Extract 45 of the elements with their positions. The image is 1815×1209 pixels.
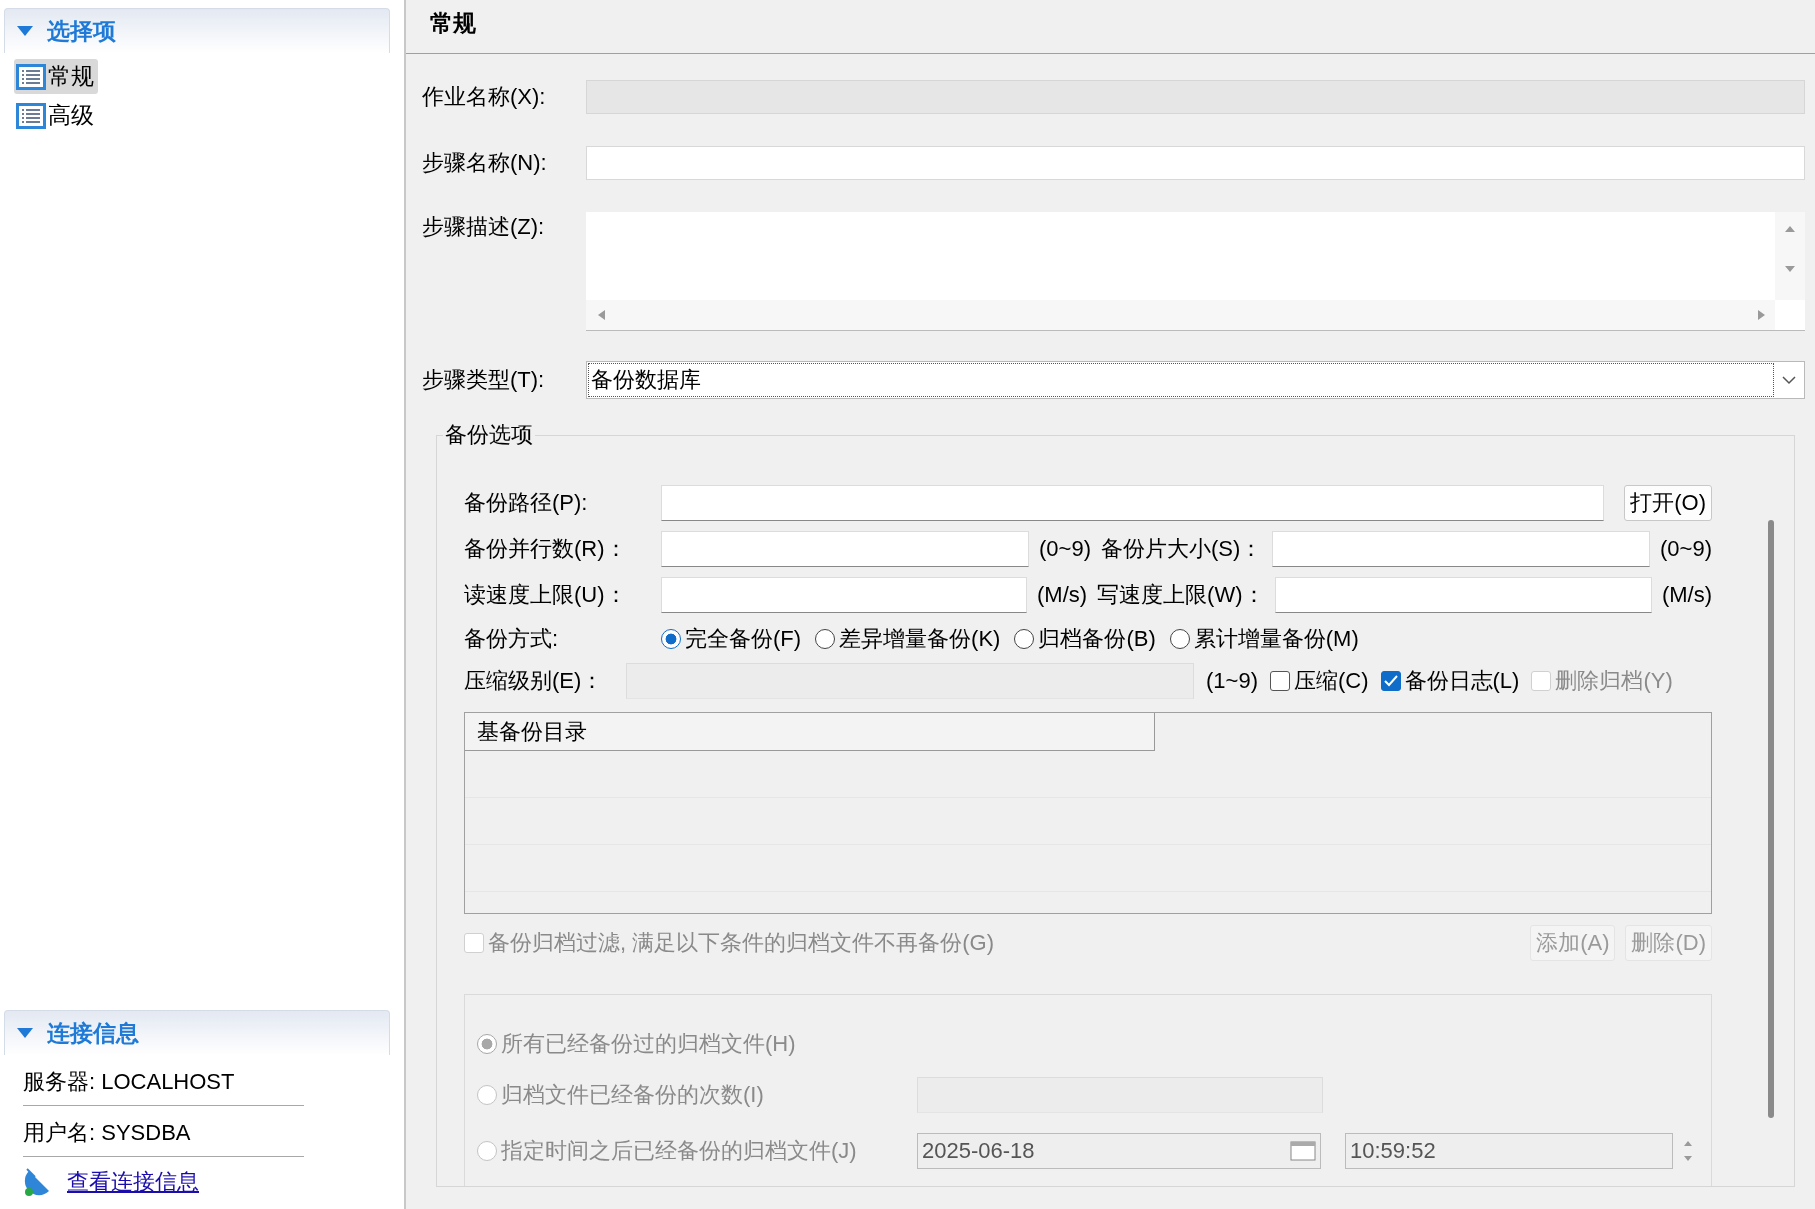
connection-detail: 用户名: SYSDBA bbox=[23, 1106, 304, 1157]
panel-title: 选择项 bbox=[47, 16, 116, 46]
panel-header[interactable]: 连接信息 bbox=[4, 1010, 390, 1055]
piece-size-field[interactable] bbox=[1272, 531, 1650, 567]
path-field[interactable] bbox=[661, 485, 1605, 521]
range-hint: (0~9) bbox=[1660, 536, 1712, 562]
scrollbar-thumb[interactable] bbox=[1768, 520, 1774, 1118]
field-label: 步骤类型(T): bbox=[422, 366, 546, 394]
field-label: 压缩级别(E)： bbox=[464, 667, 605, 695]
field-label: 步骤描述(Z): bbox=[422, 213, 546, 241]
unit-label: (M/s) bbox=[1037, 582, 1088, 608]
panel-title: 连接信息 bbox=[47, 1018, 139, 1048]
radio-button[interactable]: 累计增量备份(M) bbox=[1169, 624, 1359, 654]
radio-button[interactable]: 差异增量备份(K) bbox=[815, 624, 1001, 654]
parallel-count-field[interactable] bbox=[661, 531, 1029, 567]
open-button[interactable]: 打开(O) bbox=[1624, 485, 1712, 521]
vertical-scrollbar-arrows-icon[interactable] bbox=[1775, 212, 1805, 300]
column-header[interactable]: 基备份目录 bbox=[465, 713, 1155, 751]
field-label: 备份并行数(R)： bbox=[464, 535, 628, 563]
text-field[interactable] bbox=[586, 146, 1805, 180]
panel-header[interactable]: 选择项 bbox=[4, 8, 390, 53]
range-hint: (1~9) bbox=[1206, 668, 1258, 694]
radio-button[interactable]: 完全备份(F) bbox=[661, 624, 802, 654]
range-hint: (0~9) bbox=[1039, 536, 1091, 562]
field-label: 备份路径(P): bbox=[464, 489, 589, 517]
field-label: 备份方式: bbox=[464, 625, 560, 653]
list-icon bbox=[16, 102, 46, 129]
field-label: 备份片大小(S)： bbox=[1101, 535, 1263, 563]
field-label: 步骤名称(N): bbox=[422, 149, 548, 177]
sidebar-item[interactable]: 高级 bbox=[14, 98, 98, 133]
field-label: 写速度上限(W)： bbox=[1097, 581, 1265, 609]
unit-label: (M/s) bbox=[1661, 582, 1712, 608]
list-icon bbox=[16, 63, 46, 90]
sidebar-item[interactable]: 常规 bbox=[14, 59, 98, 94]
field-label: 读速度上限(U)： bbox=[464, 581, 628, 609]
horizontal-scrollbar-arrows-icon[interactable] bbox=[586, 300, 1775, 330]
page-title: 常规 bbox=[406, 0, 1815, 54]
write-speed-field[interactable] bbox=[1274, 577, 1652, 613]
radio-button[interactable]: 归档备份(B) bbox=[1014, 624, 1156, 654]
field-label: 作业名称(X): bbox=[422, 83, 547, 111]
calendar-icon[interactable] bbox=[1290, 1141, 1316, 1161]
read-speed-field[interactable] bbox=[661, 577, 1027, 613]
connection-detail: 服务器: LOCALHOST bbox=[23, 1055, 304, 1106]
text-area[interactable] bbox=[586, 212, 1805, 331]
view-connection-link[interactable]: 查看连接信息 bbox=[67, 1167, 199, 1197]
